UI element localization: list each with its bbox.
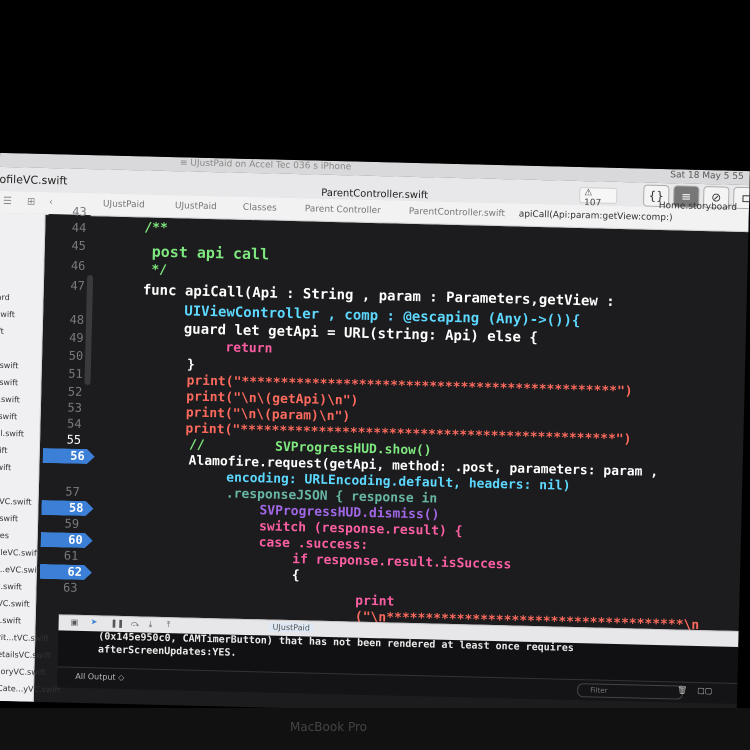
navigator-file-item[interactable]: er...eVC.swift [0, 565, 42, 575]
navigator-file-item[interactable]: ift [0, 327, 4, 336]
crumb-project[interactable]: UJustPaid [103, 199, 145, 210]
output-selector[interactable]: All Output ◇ [75, 672, 124, 682]
related-file[interactable]: Home.storyboard [659, 201, 737, 213]
code-line: /** [144, 220, 168, 236]
line-number[interactable]: 43 [72, 205, 87, 219]
code-line: { [291, 568, 300, 584]
filter-placeholder: Filter [590, 686, 608, 695]
line-number[interactable]: 50 [69, 349, 84, 363]
split-view-icon[interactable]: ▢▢ [697, 686, 712, 695]
navigator-file-item[interactable]: l.swift [0, 361, 19, 371]
console-filter[interactable]: Filter [576, 683, 684, 700]
breakpoint-marker[interactable]: 56 [43, 448, 95, 464]
editor-tab[interactable]: ofileVC.swift [0, 173, 68, 188]
line-number[interactable]: 47 [70, 279, 85, 293]
code-line: post api call [151, 242, 270, 264]
line-number[interactable]: 49 [69, 331, 84, 345]
navigator-file-item[interactable]: ofileVC.swift [0, 548, 40, 558]
navigator-file-item[interactable]: swift [0, 463, 11, 472]
navigator-file-item[interactable]: l.swift [0, 412, 17, 422]
navigator-file-item[interactable]: tegoryVC.swift [0, 667, 46, 677]
xcode-window: ≡ UJustPaid on Accel Tec 036 s iPhone Sa… [0, 152, 750, 719]
code-editor[interactable]: /** post api call */ func apiCall(Api : … [85, 215, 749, 633]
line-number[interactable]: 59 [64, 517, 79, 531]
crumb-function[interactable]: apiCall(Api:param:getView:comp:) [519, 210, 673, 224]
line-number-gutter: 43 44 45 46 47 48 49 50 51 52 53 54 55 56 57 58 59 60 61 62… [38, 205, 93, 615]
navigator-file-item[interactable]: ell.swift [0, 429, 24, 439]
line-number[interactable]: 63 [63, 581, 78, 595]
code-line: */ [151, 262, 168, 278]
line-number[interactable]: 51 [68, 367, 83, 381]
laptop-brand: MacBook Pro [290, 720, 368, 734]
project-navigator: ardswiftifttl.swiftl.swiftll.swiftl.swif… [0, 212, 61, 719]
navigator-icon[interactable]: ☰ [3, 196, 12, 207]
breakpoint-marker[interactable]: 58 [41, 500, 93, 516]
navigator-file-item[interactable]: surit...tVC.swift [0, 633, 49, 643]
line-number[interactable]: 48 [69, 313, 84, 327]
navigator-file-item[interactable]: VC.swift [0, 582, 22, 592]
line-number[interactable]: 45 [71, 239, 86, 253]
code-line: } [186, 357, 195, 373]
related-items-icon[interactable]: ⊞ [27, 197, 36, 208]
line-number[interactable]: 54 [67, 417, 82, 431]
navigator-file-item[interactable]: ard [0, 293, 10, 302]
navigator-file-item[interactable]: VC.swift [0, 616, 21, 626]
line-number[interactable]: 46 [71, 259, 86, 273]
crumb-classes[interactable]: Classes [243, 203, 277, 214]
navigator-file-item[interactable]: C.swift [0, 514, 18, 524]
navigator-file-item[interactable]: tDetailsVC.swift [0, 650, 51, 661]
navigator-file-item[interactable]: ases [0, 531, 9, 540]
crumb-group[interactable]: UJustPaid [175, 201, 217, 212]
navigator-file-item[interactable]: ...VC.swift [0, 497, 32, 507]
navigator-file-item[interactable]: wift [0, 446, 8, 455]
line-number[interactable]: 53 [67, 401, 82, 415]
clock: Sat 18 May 5 55 [670, 170, 744, 183]
step-over-icon[interactable]: ⤼ [131, 619, 140, 629]
breakpoint-marker[interactable]: 60 [40, 532, 92, 548]
code-line: case .success: [258, 535, 369, 553]
crumb-file[interactable]: ParentController.swift [409, 207, 505, 219]
back-arrow-icon[interactable]: ‹ [49, 197, 53, 208]
hide-debug-icon[interactable]: ▣ [71, 618, 79, 627]
step-into-icon[interactable]: ⤓ [149, 620, 153, 630]
debug-app-name[interactable]: UJustPaid [268, 622, 314, 633]
line-number[interactable]: 61 [64, 549, 79, 563]
code-line: return [225, 340, 273, 357]
laptop-bezel: MacBook Pro [0, 708, 750, 750]
step-out-icon[interactable]: ⤒ [167, 620, 171, 630]
breakpoints-toggle-icon[interactable]: ➤ [91, 617, 98, 626]
navigator-file-item[interactable]: ll.swift [0, 395, 20, 405]
navigator-file-item[interactable]: swift [0, 310, 15, 319]
line-number[interactable]: 55 [67, 433, 82, 447]
navigator-file-item[interactable]: thVC.swift [0, 599, 30, 609]
crumb-parent-controller[interactable]: Parent Controller [305, 204, 381, 216]
code-line: print [355, 593, 395, 610]
warning-icon: ⚠ [584, 188, 593, 199]
breakpoint-marker[interactable]: 62 [40, 564, 92, 580]
line-number[interactable]: 44 [72, 221, 87, 235]
code-line: if response.result.isSuccess [292, 552, 512, 573]
warning-badge[interactable]: ⚠ 107 [579, 187, 618, 209]
trash-icon[interactable]: 🗑 [677, 686, 687, 695]
line-number[interactable]: 57 [65, 485, 80, 499]
navigator-file-item[interactable]: ubCate...yVC.swift [0, 684, 61, 695]
pause-icon[interactable]: ❚❚ [111, 619, 125, 628]
line-number[interactable]: 52 [68, 385, 83, 399]
device-target: ≡ UJustPaid on Accel Tec 036 s iPhone [179, 158, 352, 173]
console-line: afterScreenUpdates:YES. [97, 644, 237, 659]
navigator-file-item[interactable]: l.swift [0, 378, 18, 388]
